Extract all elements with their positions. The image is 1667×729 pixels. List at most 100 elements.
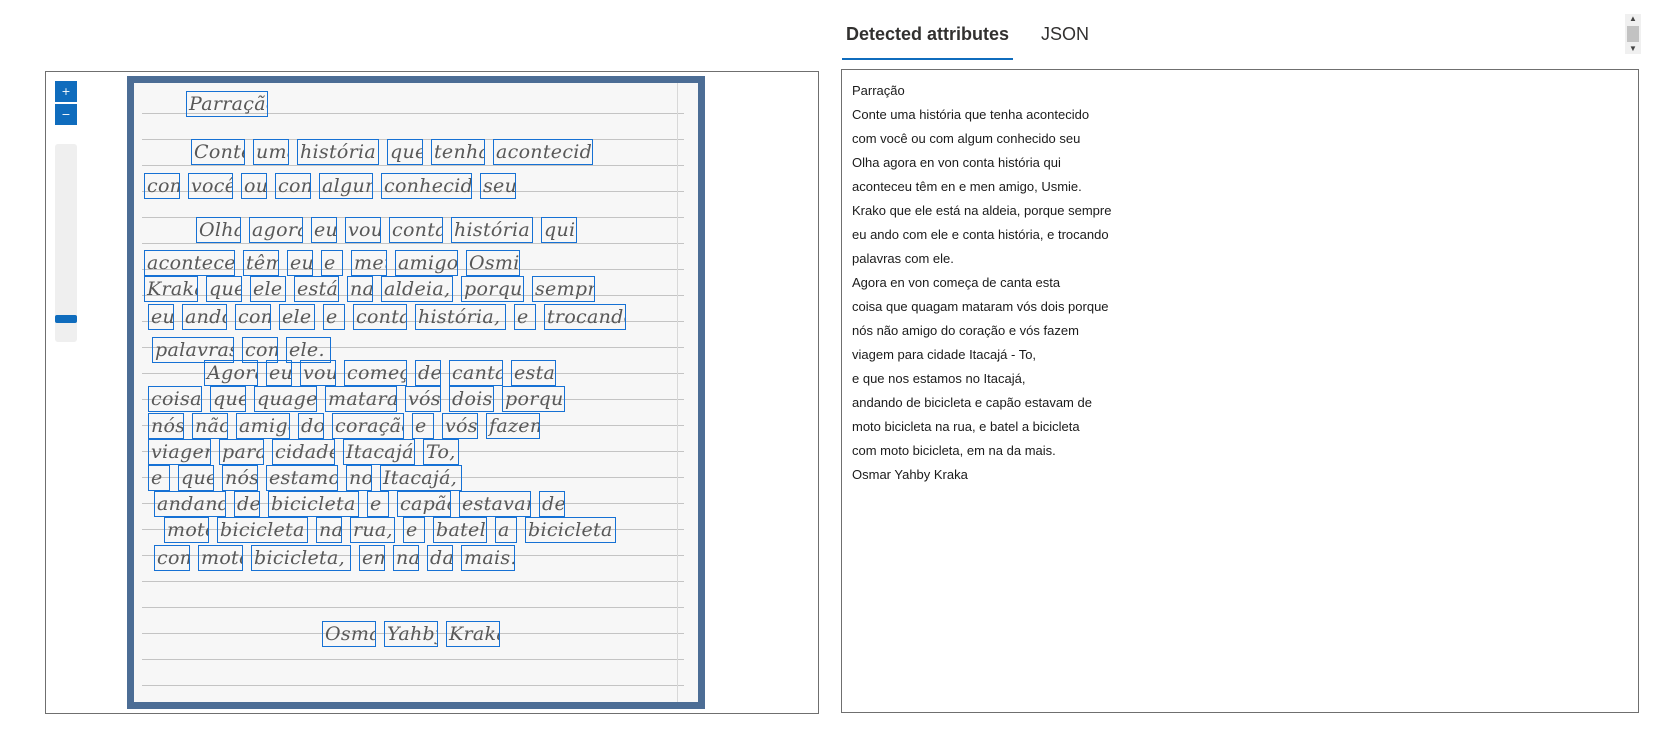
handwritten-word-box: bicicleta [217,517,308,543]
detected-text-line: Olha agora en von conta história qui [852,155,1061,170]
detected-text-line: andando de bicicleta e capão estavam de [852,395,1092,410]
handwritten-word-box: no [346,465,372,491]
handwritten-word-box: capão [397,491,451,517]
result-tabs: Detected attributes JSON [842,20,1117,60]
detected-text-line: coisa que quagam mataram vós dois porque [852,299,1109,314]
handwritten-document-image: Parração Conte uma história que tenha aconteci… [134,83,698,702]
handwritten-word-box: eu [287,250,313,276]
scroll-up-icon[interactable]: ▲ [1625,14,1641,24]
handwritten-word-box: bicicleta [268,491,359,517]
handwritten-word-box: de [415,360,441,386]
handwritten-word-box: que [178,465,214,491]
handwritten-word-box: estavam [459,491,531,517]
handwritten-word-box: a [495,517,517,543]
handwritten-word-box: da [427,545,453,571]
detected-text-line: viagem para cidade Itacajá - To, [852,347,1037,362]
detected-text-line: Conte uma história que tenha acontecido [852,107,1090,122]
handwritten-word-box: com [144,173,180,199]
handwritten-word-box: acontecido [493,139,593,165]
handwritten-word-box: vou [300,360,336,386]
handwritten-word-box: que [387,139,423,165]
handwritten-word-box: qui [541,217,577,243]
handwritten-word-box: do [298,413,324,439]
handwritten-word-box: andando [154,491,226,517]
handwritten-word-box: tenha [431,139,485,165]
handwritten-word-box: têm [243,250,279,276]
handwritten-word-box: e [403,517,425,543]
handwritten-word-box: Parração [186,91,268,117]
handwritten-word-box: quagem [254,386,317,412]
handwritten-word-box: amigo [236,413,290,439]
handwritten-word-box: você [188,173,233,199]
handwritten-word-box: e [321,250,343,276]
page-scrollbar[interactable]: ▲ ▼ [1625,14,1641,54]
handwritten-word-box: eu [311,217,337,243]
handwritten-word-box: ele [250,276,286,302]
handwritten-word-box: aldeia, [381,276,453,302]
handwritten-word-box: amigo, [395,250,458,276]
handwritten-word-box: história [451,217,533,243]
handwritten-word-box: cidade [272,439,335,465]
zoom-in-icon[interactable]: + [55,81,77,102]
handwritten-word-box: e [514,304,536,330]
handwritten-word-box: e [323,304,345,330]
handwritten-word-box: Krakã [144,276,198,302]
zoom-slider-thumb[interactable] [55,315,77,323]
handwritten-word-box: Itacajá, [380,465,462,491]
zoom-out-icon[interactable]: − [55,104,77,125]
handwritten-word-box: agora [249,217,303,243]
scroll-down-icon[interactable]: ▼ [1625,44,1641,54]
detected-text-line: Krako que ele está na aldeia, porque sem… [852,203,1112,218]
detected-text-line: Osmar Yahby Kraka [852,467,968,482]
detected-text-line: Parração [852,83,905,98]
handwritten-word-box: esta [511,360,556,386]
handwritten-word-box: conta [353,304,407,330]
handwritten-word-box: batel [433,517,487,543]
detected-text-line: eu ando com ele e conta história, e troc… [852,227,1109,242]
handwritten-word-box: moto [198,545,243,571]
handwritten-word-box: Agora [204,360,258,386]
handwritten-word-box: nós [148,413,184,439]
word-bounding-boxes: Parração Conte uma história que tenha aconteci… [134,83,698,702]
handwritten-word-box: e [412,413,434,439]
handwritten-word-box: moto [164,517,209,543]
handwritten-word-box: Itacajá [343,439,415,465]
handwritten-word-box: de [539,491,565,517]
handwritten-word-box: porque [461,276,524,302]
handwritten-word-box: e [148,465,170,491]
handwritten-word-box: Conte [191,139,245,165]
zoom-slider[interactable] [55,144,77,342]
handwritten-word-box: Krakã [446,621,500,647]
handwritten-word-box: que [210,386,246,412]
handwritten-word-box: na [316,517,342,543]
image-viewer[interactable]: + − ParraçãoConteumahistóriaquetenhaacon… [45,71,819,714]
handwritten-word-box: fazem [486,413,540,439]
tab-json[interactable]: JSON [1037,20,1093,60]
detected-text-line: palavras com ele. [852,251,954,266]
handwritten-word-box: ando [182,304,227,330]
handwritten-word-box: conta [389,217,443,243]
handwritten-word-box: na [393,545,419,571]
handwritten-word-box: dois [449,386,494,412]
handwritten-word-box: com [154,545,190,571]
detected-text-line: moto bicicleta na rua, e batel a bicicle… [852,419,1080,434]
detected-text-line: com você ou com algum conhecido seu [852,131,1081,146]
handwritten-word-box: ou [241,173,267,199]
handwritten-word-box: mais. [461,545,515,571]
handwritten-word-box: coisa [148,386,202,412]
detected-text-line: Agora en von começa de canta esta [852,275,1061,290]
scroll-thumb[interactable] [1627,26,1639,42]
handwritten-word-box: vós [442,413,478,439]
handwritten-word-box: viagem [148,439,211,465]
handwritten-word-box: bicicleta [525,517,616,543]
handwritten-word-box: bicicleta, [251,545,351,571]
handwritten-word-box: vós [405,386,441,412]
handwritten-word-box: com [275,173,311,199]
handwritten-word-box: Olha [196,217,241,243]
document-image-frame: Parração Conte uma história que tenha aconteci… [127,76,705,709]
handwritten-word-box: eu [266,360,292,386]
handwritten-word-box: com [235,304,271,330]
detected-text-line: e que nos estamos no Itacajá, [852,371,1026,386]
detected-text-line: com moto bicicleta, em na da mais. [852,443,1056,458]
tab-detected-attributes[interactable]: Detected attributes [842,20,1014,60]
